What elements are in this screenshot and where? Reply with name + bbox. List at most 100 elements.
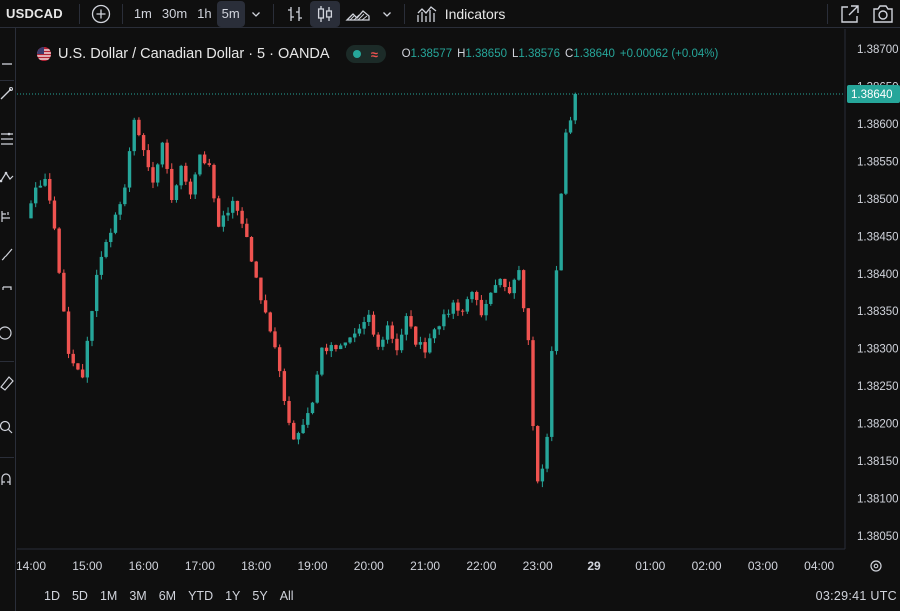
brush-icon[interactable]	[0, 246, 14, 262]
top-toolbar: USDCAD 1m 30m 1h 5m Indicators	[0, 0, 900, 28]
magnet-icon[interactable]	[0, 471, 14, 487]
chart-settings-icon[interactable]	[870, 560, 882, 572]
candle-body	[550, 351, 554, 437]
range-1y-button[interactable]: 1Y	[225, 589, 240, 603]
candle-body	[29, 203, 33, 219]
trend-line-icon[interactable]	[0, 86, 14, 102]
crosshair-icon[interactable]	[0, 56, 14, 72]
candle-body	[465, 299, 470, 312]
candle-body	[52, 200, 57, 229]
bar-style-button[interactable]	[280, 1, 310, 27]
icons-emoji-icon[interactable]	[0, 325, 14, 341]
candle-body	[479, 299, 484, 316]
toolbar-divider	[0, 361, 14, 362]
candle-body	[207, 163, 211, 165]
area-chart-button[interactable]	[340, 1, 376, 27]
candle-body	[545, 436, 549, 469]
toolbar-divider	[0, 457, 14, 458]
candle-body	[245, 223, 249, 238]
fib-retracement-icon[interactable]	[0, 131, 14, 147]
range-1d-button[interactable]: 1D	[44, 589, 60, 603]
candle-body	[33, 187, 38, 204]
candle-body	[43, 178, 47, 186]
utc-clock[interactable]: 03:29:41 UTC	[816, 589, 897, 603]
prediction-icon[interactable]	[0, 208, 14, 224]
zoom-icon[interactable]	[0, 419, 14, 435]
price-tick-label: 1.38200	[857, 419, 899, 431]
candle-body	[456, 302, 460, 311]
toolbar-divider	[827, 4, 828, 24]
text-icon[interactable]	[0, 284, 14, 300]
candle-body	[198, 154, 202, 175]
time-tick-label: 03:00	[748, 559, 778, 573]
candle-body	[503, 278, 507, 288]
fullscreen-button[interactable]	[834, 1, 866, 27]
candle-body	[184, 165, 188, 182]
candle-body	[385, 325, 390, 340]
chart-type-dropdown-button[interactable]	[376, 1, 398, 27]
time-tick-label: 15:00	[72, 559, 102, 573]
add-symbol-button[interactable]	[86, 1, 116, 27]
open-value: 1.38577	[410, 48, 453, 60]
candle-body	[287, 401, 291, 423]
candle-body	[353, 333, 357, 338]
candle-body	[460, 310, 465, 312]
candle-body	[188, 181, 193, 195]
symbol-search-button[interactable]: USDCAD	[0, 6, 73, 21]
candle-body	[240, 210, 244, 224]
candle-body	[320, 347, 324, 375]
chart-settings-icon-center	[873, 563, 879, 569]
add-symbol-icon	[91, 4, 110, 23]
indicators-button[interactable]: Indicators	[411, 1, 511, 27]
range-3m-button[interactable]: 3M	[129, 589, 146, 603]
candle-body	[573, 93, 577, 121]
interval-5m-button[interactable]: 5m	[216, 0, 245, 27]
candle-body	[38, 185, 43, 188]
candle-body	[362, 322, 366, 329]
candle-body	[423, 342, 427, 353]
candle-body	[193, 174, 197, 195]
drawing-toolbar	[0, 28, 16, 611]
interval-dropdown-button[interactable]	[245, 1, 267, 27]
range-all-button[interactable]: All	[280, 589, 294, 603]
range-5d-button[interactable]: 5D	[72, 589, 88, 603]
fullscreen-icon	[841, 5, 859, 23]
interval-30m-button[interactable]: 30m	[157, 1, 192, 27]
price-tick-label: 1.38550	[857, 156, 899, 168]
interval-1m-button[interactable]: 1m	[129, 1, 157, 27]
symbol-title[interactable]: U.S. Dollar / Canadian Dollar · 5 · OAND…	[58, 46, 330, 62]
candle-body	[113, 214, 118, 233]
candle-body	[404, 316, 409, 335]
screenshot-button[interactable]	[866, 1, 900, 27]
ruler-icon[interactable]	[0, 375, 14, 391]
pattern-icon[interactable]	[0, 169, 14, 185]
chart-pane[interactable]: 1.38700 1.38650 1.38600 1.38550 1.38500 1.384…	[17, 29, 900, 611]
current-price-label: 1.38640	[851, 89, 893, 101]
price-chart[interactable]: 1.38700 1.38650 1.38600 1.38550 1.38500 1.384…	[17, 29, 900, 581]
candle-body	[343, 342, 348, 346]
candle-body	[155, 164, 160, 183]
interval-1h-button[interactable]: 1h	[192, 1, 216, 27]
candle-body	[282, 371, 287, 402]
range-1m-button[interactable]: 1M	[100, 589, 117, 603]
candle-body	[310, 402, 315, 414]
candle-body	[517, 270, 521, 280]
candlestick-button[interactable]	[309, 0, 340, 27]
candle-body	[259, 277, 263, 301]
market-open-dot-icon	[353, 50, 362, 58]
candle-body	[170, 168, 174, 200]
candle-body	[475, 292, 479, 300]
candle-body	[71, 353, 75, 364]
candle-body	[315, 374, 319, 403]
market-status-badge[interactable]: ≈	[345, 45, 386, 63]
price-tick-label: 1.38450	[857, 231, 899, 243]
candle-body	[90, 311, 94, 341]
price-tick-label: 1.38300	[857, 344, 899, 356]
candle-body	[498, 278, 502, 286]
candle-body	[414, 326, 418, 345]
range-6m-button[interactable]: 6M	[159, 589, 176, 603]
candle-body	[446, 313, 451, 315]
time-tick-label: 22:00	[466, 559, 496, 573]
range-ytd-button[interactable]: YTD	[188, 589, 213, 603]
range-5y-button[interactable]: 5Y	[252, 589, 267, 603]
